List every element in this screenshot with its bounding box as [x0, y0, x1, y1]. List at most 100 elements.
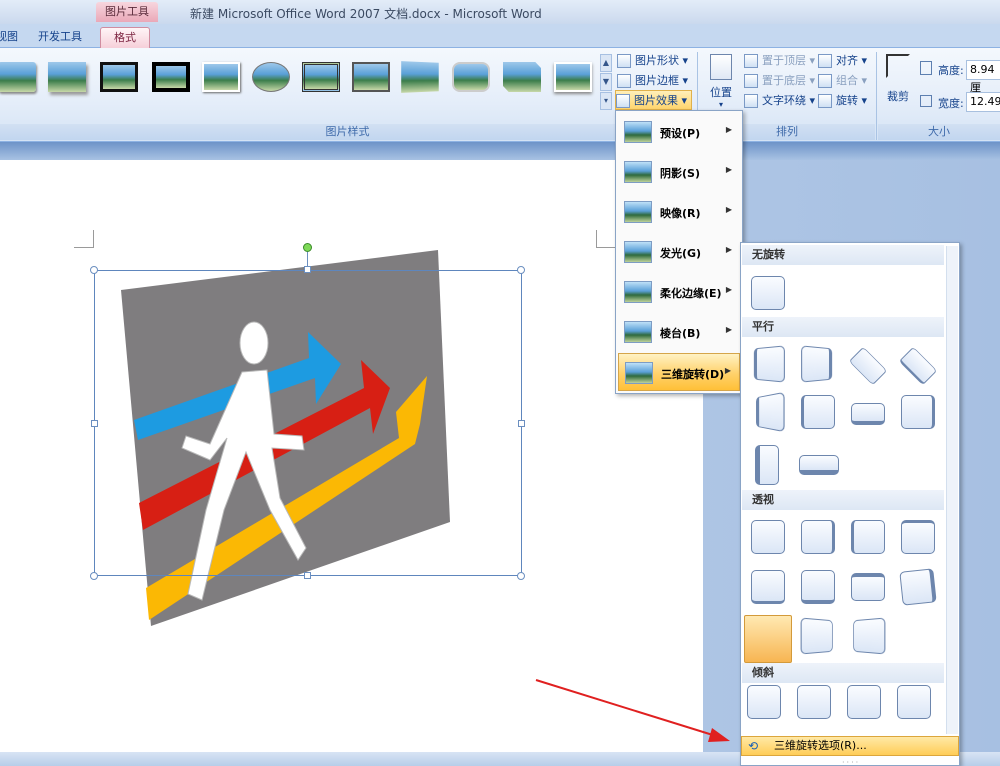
rotation-option[interactable]	[755, 445, 779, 485]
height-icon	[920, 61, 932, 75]
selection-frame	[94, 270, 522, 576]
resize-handle[interactable]	[304, 572, 311, 579]
picture-border-button[interactable]: 图片边框 ▾	[617, 71, 688, 91]
menu-item-3d-rotation[interactable]: 三维旋转(D) ▶	[618, 353, 740, 391]
height-label: 高度:	[938, 64, 964, 77]
rotate-icon	[818, 94, 832, 108]
gallery-scrollbar[interactable]	[946, 246, 958, 734]
rotation-option[interactable]	[756, 391, 785, 433]
style-thumb[interactable]	[503, 62, 541, 92]
context-tab-group-label: 图片工具	[96, 2, 158, 22]
rotation-option[interactable]	[747, 685, 781, 719]
rotation-option[interactable]	[753, 345, 785, 383]
ribbon-tab-row: 视图 开发工具 格式	[0, 24, 1000, 48]
pen-icon	[617, 74, 631, 88]
style-thumb[interactable]	[554, 62, 592, 92]
resize-handle[interactable]	[517, 572, 525, 580]
style-thumb[interactable]	[252, 62, 290, 92]
rotation-option-selected[interactable]	[744, 615, 792, 663]
resize-handle[interactable]	[304, 266, 311, 273]
style-thumb[interactable]	[452, 62, 490, 92]
send-to-back-button[interactable]: 置于底层 ▾	[744, 71, 815, 91]
style-thumb[interactable]	[202, 62, 240, 92]
gallery-up-button[interactable]: ▲	[600, 54, 612, 72]
rotation-option[interactable]	[801, 345, 833, 383]
crop-button[interactable]: 裁剪	[882, 54, 914, 114]
rotation-option[interactable]	[851, 403, 885, 425]
width-input[interactable]: 12.49	[966, 92, 1000, 112]
rotate-handle[interactable]	[303, 243, 312, 252]
height-input[interactable]: 8.94 厘	[966, 60, 1000, 94]
group-icon	[818, 74, 832, 88]
section-no-rotation: 无旋转	[742, 245, 944, 265]
bring-to-front-button[interactable]: 置于顶层 ▾	[744, 51, 815, 71]
picture-effects-button[interactable]: 图片效果 ▾	[615, 90, 693, 110]
style-thumb[interactable]	[352, 62, 390, 92]
style-thumb[interactable]	[0, 62, 36, 92]
resize-handle[interactable]	[518, 420, 525, 427]
tab-view[interactable]: 视图	[0, 27, 26, 48]
menu-item-bevel[interactable]: 棱台(B) ▶	[618, 313, 740, 351]
rotation-option[interactable]	[848, 346, 888, 386]
resize-handle[interactable]	[517, 266, 525, 274]
rotation-option[interactable]	[751, 570, 785, 604]
send-back-icon	[744, 74, 758, 88]
gallery-more-button[interactable]: ▾	[600, 92, 612, 110]
rotation-option[interactable]	[751, 520, 785, 554]
rotate-handle-stem	[307, 252, 308, 266]
rotation-option[interactable]	[797, 685, 831, 719]
rotation-option[interactable]	[901, 395, 935, 429]
rotation-option[interactable]	[851, 520, 885, 554]
style-thumb[interactable]	[100, 62, 138, 92]
tab-developer[interactable]: 开发工具	[30, 27, 90, 48]
ribbon: ▲ ▼ ▾ 图片形状 ▾ 图片边框 ▾ 图片效果 ▾ 图片样式 位置 ▾ 置于顶…	[0, 48, 1000, 142]
menu-item-soft-edges[interactable]: 柔化边缘(E) ▶	[618, 273, 740, 311]
reflection-icon	[624, 201, 652, 223]
style-thumb[interactable]	[302, 62, 340, 92]
rotation-option[interactable]	[801, 520, 835, 554]
rotation-option[interactable]	[751, 276, 785, 310]
gallery-down-button[interactable]: ▼	[600, 73, 612, 91]
3d-rotation-options-button[interactable]: ⟲ 三维旋转选项(R)...	[741, 736, 959, 756]
rotation-option[interactable]	[800, 617, 833, 655]
picture-effects-menu: 预设(P) ▶ 阴影(S) ▶ 映像(R) ▶ 发光(G) ▶ 柔化边缘(E) ▶ 棱台(…	[615, 110, 743, 394]
group-button[interactable]: 组合 ▾	[818, 71, 867, 91]
window-title: 新建 Microsoft Office Word 2007 文档.docx - …	[190, 7, 542, 21]
ruler-bar	[0, 142, 1000, 160]
crop-icon	[886, 54, 910, 78]
rotation-option[interactable]	[853, 617, 886, 655]
align-button[interactable]: 对齐 ▾	[818, 51, 867, 71]
3d-rotation-gallery: 无旋转 平行 透视 倾斜	[740, 242, 960, 766]
menu-item-preset[interactable]: 预设(P) ▶	[618, 113, 740, 151]
rotation-option[interactable]	[801, 570, 835, 604]
glow-icon	[624, 241, 652, 263]
resize-handle[interactable]	[90, 266, 98, 274]
resize-handle[interactable]	[90, 572, 98, 580]
menu-item-shadow[interactable]: 阴影(S) ▶	[618, 153, 740, 191]
rotation-option[interactable]	[801, 395, 835, 429]
menu-item-reflection[interactable]: 映像(R) ▶	[618, 193, 740, 231]
rotate-button[interactable]: 旋转 ▾	[818, 91, 867, 111]
rotation-option[interactable]	[847, 685, 881, 719]
picture-shape-button[interactable]: 图片形状 ▾	[617, 51, 688, 71]
shadow-icon	[624, 161, 652, 183]
rotation-option[interactable]	[901, 520, 935, 554]
position-button[interactable]: 位置 ▾	[706, 54, 736, 114]
margin-corner	[596, 230, 616, 248]
style-thumb[interactable]	[401, 61, 439, 93]
width-label: 宽度:	[938, 97, 964, 110]
menu-item-glow[interactable]: 发光(G) ▶	[618, 233, 740, 271]
rotation-option[interactable]	[851, 573, 885, 601]
resize-handle[interactable]	[91, 420, 98, 427]
rotation-option[interactable]	[898, 346, 938, 386]
section-parallel: 平行	[742, 317, 944, 337]
rotation-option[interactable]	[899, 568, 937, 606]
rotation-option[interactable]	[897, 685, 931, 719]
resize-grip[interactable]: ····	[842, 758, 860, 766]
style-thumb[interactable]	[48, 62, 86, 92]
picture-styles-group-label: 图片样式	[0, 124, 695, 140]
tab-format[interactable]: 格式	[100, 27, 150, 48]
text-wrap-button[interactable]: 文字环绕 ▾	[744, 91, 815, 111]
style-thumb[interactable]	[152, 62, 190, 92]
rotation-option[interactable]	[799, 455, 839, 475]
